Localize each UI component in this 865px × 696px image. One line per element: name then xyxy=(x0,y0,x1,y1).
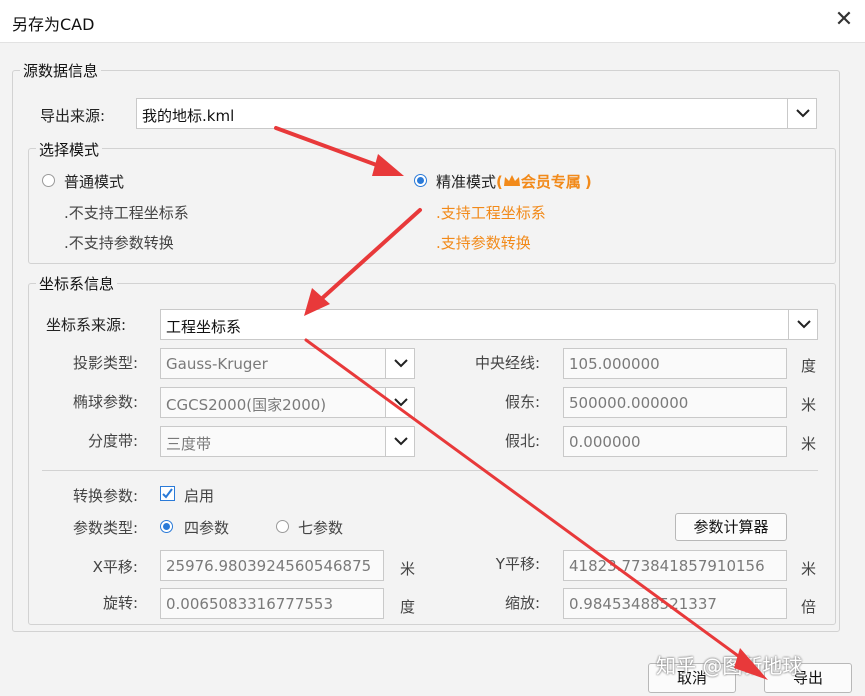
ellipsoid-label: 椭球参数: xyxy=(72,393,138,411)
y-shift-input[interactable]: 41823.773841857910156 xyxy=(563,550,787,581)
export-source-dropdown-button[interactable] xyxy=(787,98,817,129)
transform-enable-checkbox[interactable] xyxy=(160,486,175,501)
crs-legend: 坐标系信息 xyxy=(36,273,118,294)
param-type-label: 参数类型: xyxy=(72,519,138,537)
false-east-value: 500000.000000 xyxy=(569,394,689,412)
zone-value: 三度带 xyxy=(166,435,212,453)
chevron-down-icon xyxy=(797,320,811,329)
y-shift-unit: 米 xyxy=(801,560,817,578)
title-bar: 另存为CAD ✕ xyxy=(0,0,865,43)
scale-label: 缩放: xyxy=(504,594,540,612)
projection-label: 投影类型: xyxy=(72,354,138,372)
precise-mode-note-2: .支持参数转换 xyxy=(436,234,531,252)
normal-mode-note-1: .不支持工程坐标系 xyxy=(64,204,189,222)
x-shift-value: 25976.9803924560546875 xyxy=(166,557,372,575)
central-meridian-unit: 度 xyxy=(801,357,817,375)
close-icon[interactable]: ✕ xyxy=(830,6,858,34)
projection-value: Gauss-Kruger xyxy=(166,355,268,373)
projection-dropdown-button[interactable] xyxy=(385,348,415,379)
false-north-label: 假北: xyxy=(504,432,540,450)
crs-source-select[interactable]: 工程坐标系 xyxy=(160,309,818,340)
false-east-label: 假东: xyxy=(504,393,540,411)
y-shift-value: 41823.773841857910156 xyxy=(569,557,765,575)
chevron-down-icon xyxy=(394,398,408,407)
precise-mode-note-1: .支持工程坐标系 xyxy=(436,204,546,222)
crs-separator xyxy=(42,470,818,471)
save-as-cad-dialog: 另存为CAD ✕ 源数据信息 导出来源: 我的地标.kml 选择模式 普通模式 … xyxy=(0,0,865,696)
precise-mode-label[interactable]: 精准模式( 会员专属) xyxy=(436,171,592,192)
rotation-value: 0.0065083316777553 xyxy=(166,595,334,613)
vip-open-paren: ( xyxy=(496,173,503,191)
seven-param-label[interactable]: 七参数 xyxy=(298,517,343,538)
source-data-legend: 源数据信息 xyxy=(20,60,102,81)
normal-mode-note-2: .不支持参数转换 xyxy=(64,234,174,252)
projection-select[interactable]: Gauss-Kruger xyxy=(160,348,415,379)
crown-icon xyxy=(503,175,520,186)
normal-mode-label[interactable]: 普通模式 xyxy=(64,171,124,192)
dialog-title: 另存为CAD xyxy=(12,15,95,34)
vip-badge-text: 会员专属 xyxy=(520,173,581,191)
precise-mode-text: 精准模式 xyxy=(436,173,497,191)
false-north-value: 0.000000 xyxy=(569,433,641,451)
scale-input[interactable]: 0.98453488521337 xyxy=(563,588,787,619)
param-calculator-button[interactable]: 参数计算器 xyxy=(675,513,787,541)
rotation-unit: 度 xyxy=(400,598,416,616)
scale-value: 0.98453488521337 xyxy=(569,595,717,613)
zone-select[interactable]: 三度带 xyxy=(160,426,415,457)
precise-mode-radio[interactable] xyxy=(414,174,427,187)
export-source-value: 我的地标.kml xyxy=(142,107,235,125)
watermark: 知乎 @图新地球 xyxy=(656,654,803,678)
checkmark-icon xyxy=(162,488,173,499)
chevron-down-icon xyxy=(394,437,408,446)
false-east-unit: 米 xyxy=(801,396,817,414)
transform-label: 转换参数: xyxy=(72,487,138,505)
chevron-down-icon xyxy=(394,359,408,368)
export-source-label: 导出来源: xyxy=(40,107,106,125)
ellipsoid-value: CGCS2000(国家2000) xyxy=(166,396,327,414)
false-north-input[interactable]: 0.000000 xyxy=(563,426,787,457)
export-source-select[interactable]: 我的地标.kml xyxy=(136,98,817,129)
zone-dropdown-button[interactable] xyxy=(385,426,415,457)
zone-label: 分度带: xyxy=(87,432,138,450)
rotation-input[interactable]: 0.0065083316777553 xyxy=(160,588,384,619)
transform-enable-label[interactable]: 启用 xyxy=(184,485,214,506)
false-east-input[interactable]: 500000.000000 xyxy=(563,387,787,418)
x-shift-unit: 米 xyxy=(400,560,416,578)
ellipsoid-dropdown-button[interactable] xyxy=(385,387,415,418)
chevron-down-icon xyxy=(796,109,810,118)
x-shift-input[interactable]: 25976.9803924560546875 xyxy=(160,550,384,581)
ellipsoid-select[interactable]: CGCS2000(国家2000) xyxy=(160,387,415,418)
four-param-label[interactable]: 四参数 xyxy=(184,517,229,538)
y-shift-label: Y平移: xyxy=(495,555,540,573)
crs-source-value: 工程坐标系 xyxy=(166,318,242,336)
crs-source-label: 坐标系来源: xyxy=(46,316,127,334)
rotation-label: 旋转: xyxy=(102,594,138,612)
crs-source-dropdown-button[interactable] xyxy=(788,309,818,340)
four-param-radio[interactable] xyxy=(160,520,173,533)
central-meridian-input[interactable]: 105.000000 xyxy=(563,348,787,379)
central-meridian-value: 105.000000 xyxy=(569,355,660,373)
scale-unit: 倍 xyxy=(801,598,817,616)
false-north-unit: 米 xyxy=(801,435,817,453)
vip-close-paren: ) xyxy=(584,173,592,191)
mode-legend: 选择模式 xyxy=(36,139,103,160)
central-meridian-label: 中央经线: xyxy=(474,354,540,372)
x-shift-label: X平移: xyxy=(92,558,138,576)
normal-mode-radio[interactable] xyxy=(42,174,55,187)
seven-param-radio[interactable] xyxy=(276,520,289,533)
